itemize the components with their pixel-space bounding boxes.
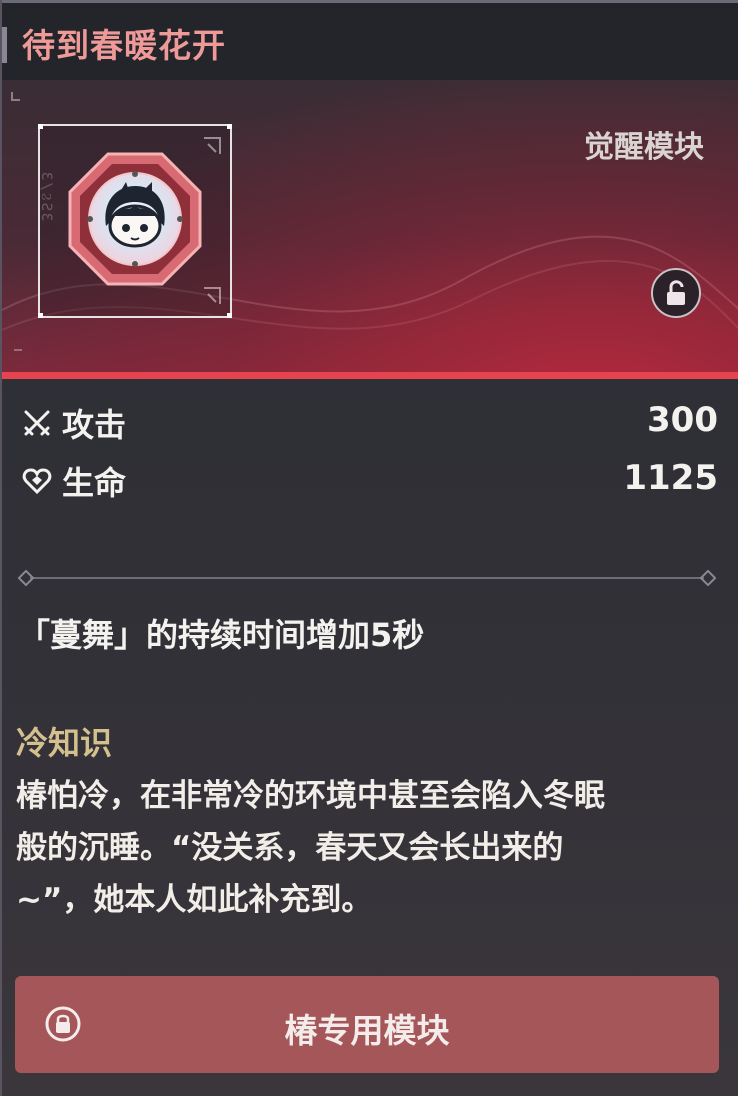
lore-line: ~”，她本人如此补充到。 <box>16 882 373 918</box>
stat-row-attack: 攻击 300 <box>22 398 718 456</box>
chibi-character-icon <box>68 152 202 286</box>
heart-icon <box>22 468 52 495</box>
lore-line: 椿怕冷，在非常冷的环境中甚至会陷入冬眠 <box>16 778 605 814</box>
stat-label: 攻击 <box>62 406 127 444</box>
lore-text: 椿怕冷，在非常冷的环境中甚至会陷入冬眠 般的沉睡。“没关系，春天又会长出来的 ~… <box>16 770 724 926</box>
exclusive-module-label: 椿专用模块 <box>284 1011 450 1050</box>
side-code-decoration: Ɛ\ϨƧƐ <box>38 172 54 224</box>
stat-value: 1125 <box>623 458 718 498</box>
stats-list: 攻击 300 生命 1125 <box>22 398 718 514</box>
banner-accent-line <box>2 372 738 379</box>
module-title: 待到春暖花开 <box>22 26 226 65</box>
lock-toggle-button[interactable] <box>651 268 701 318</box>
module-effect-text: 「蔓舞」的持续时间增加5秒 <box>18 616 425 654</box>
lore-line: 般的沉睡。“没关系，春天又会长出来的 <box>16 830 564 866</box>
module-detail-card: 待到春暖花开 觉醒模块 Ɛ\ϨƧƐ 攻击 300 生命 1125 「蔓舞」的持续… <box>0 0 738 1096</box>
stat-value: 300 <box>647 400 718 440</box>
stat-row-hp: 生命 1125 <box>22 456 718 514</box>
exclusive-module-button[interactable]: 椿专用模块 <box>15 976 719 1073</box>
lore-title: 冷知识 <box>16 724 113 762</box>
module-type-label: 觉醒模块 <box>584 130 704 165</box>
unlock-icon <box>667 280 685 305</box>
title-accent-mark <box>2 27 7 63</box>
crossed-swords-icon <box>24 410 50 436</box>
title-bar: 待到春暖花开 <box>2 0 738 80</box>
section-divider <box>18 570 716 586</box>
stat-label: 生命 <box>62 464 127 502</box>
